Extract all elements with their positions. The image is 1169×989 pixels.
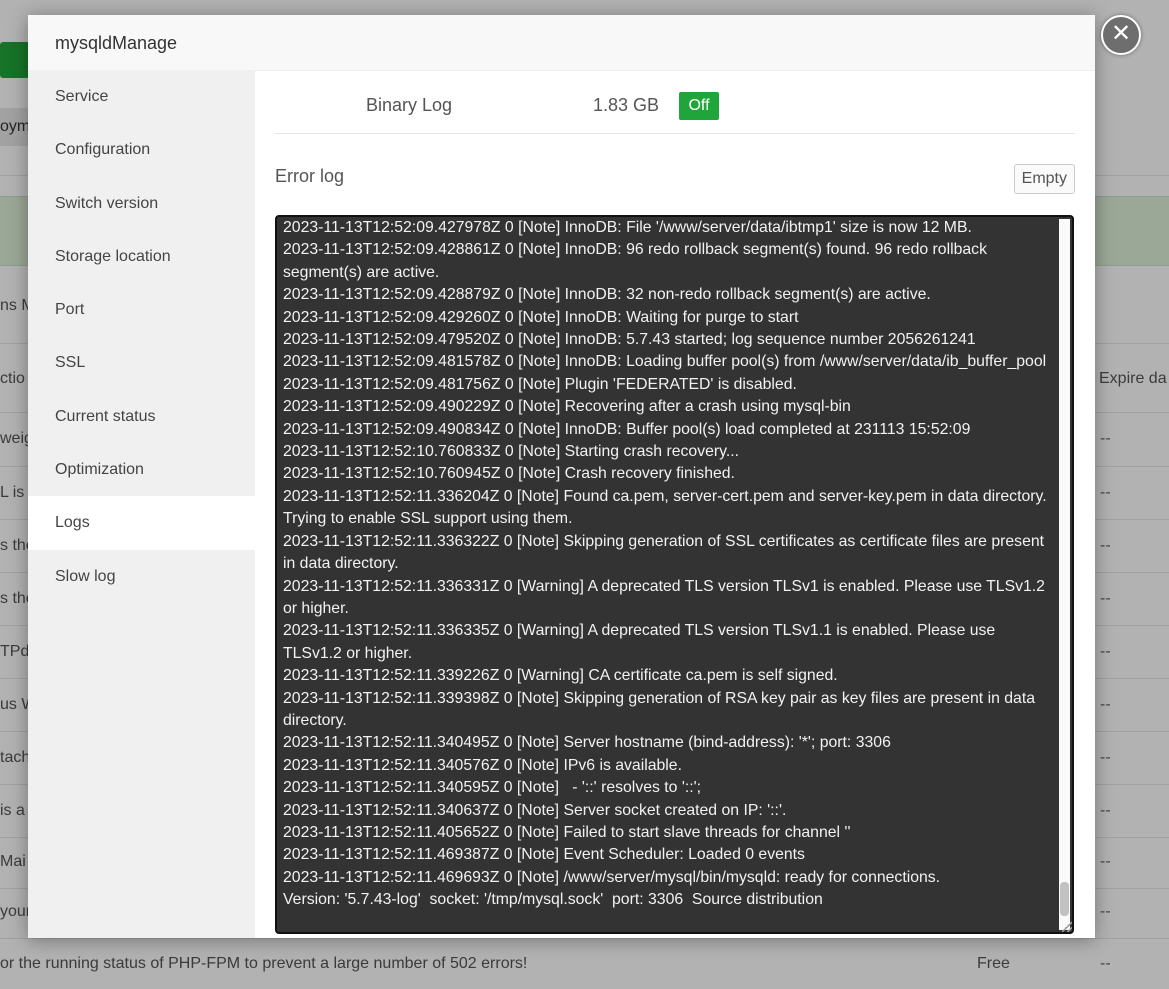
close-icon[interactable]: ✕	[1101, 15, 1141, 55]
dialog-title: mysqldManage	[55, 33, 178, 53]
error-log-content: 2023-11-13T12:52:09.427978Z 0 [Note] Inn…	[283, 219, 1047, 909]
log-scrollbar[interactable]	[1059, 219, 1070, 930]
binary-log-size: 1.83 GB	[593, 95, 660, 115]
logs-panel: Binary Log 1.83 GB Off Error log Empty 2…	[275, 70, 1075, 938]
error-log-textarea[interactable]: 2023-11-13T12:52:09.427978Z 0 [Note] Inn…	[275, 215, 1074, 934]
log-scrollbar-thumb[interactable]	[1060, 882, 1069, 916]
error-log-title: Error log	[275, 166, 345, 186]
sidebar-item-configuration[interactable]: Configuration	[28, 123, 255, 176]
binary-log-status-badge[interactable]: Off	[679, 92, 719, 120]
mysqld-manage-dialog: mysqldManage ✕ Service Configuration Swi…	[28, 15, 1141, 938]
sidebar-item-optimization[interactable]: Optimization	[28, 443, 255, 496]
sidebar-item-switch-version[interactable]: Switch version	[28, 177, 255, 230]
dialog-sidebar: Service Configuration Switch version Sto…	[28, 70, 255, 938]
empty-log-button[interactable]: Empty	[1013, 164, 1075, 194]
sidebar-item-storage-location[interactable]: Storage location	[28, 230, 255, 283]
sidebar-item-ssl[interactable]: SSL	[28, 336, 255, 389]
dialog-header: mysqldManage	[28, 15, 1095, 71]
sidebar-item-logs[interactable]: Logs	[28, 496, 255, 550]
sidebar-item-port[interactable]: Port	[28, 283, 255, 336]
sidebar-item-current-status[interactable]: Current status	[28, 390, 255, 443]
sidebar-item-slow-log[interactable]: Slow log	[28, 550, 255, 603]
sidebar-item-service[interactable]: Service	[28, 70, 255, 123]
resize-handle-icon[interactable]	[1061, 921, 1072, 932]
binary-log-row: Binary Log 1.83 GB Off	[275, 70, 1075, 134]
binary-log-label: Binary Log	[366, 95, 453, 115]
